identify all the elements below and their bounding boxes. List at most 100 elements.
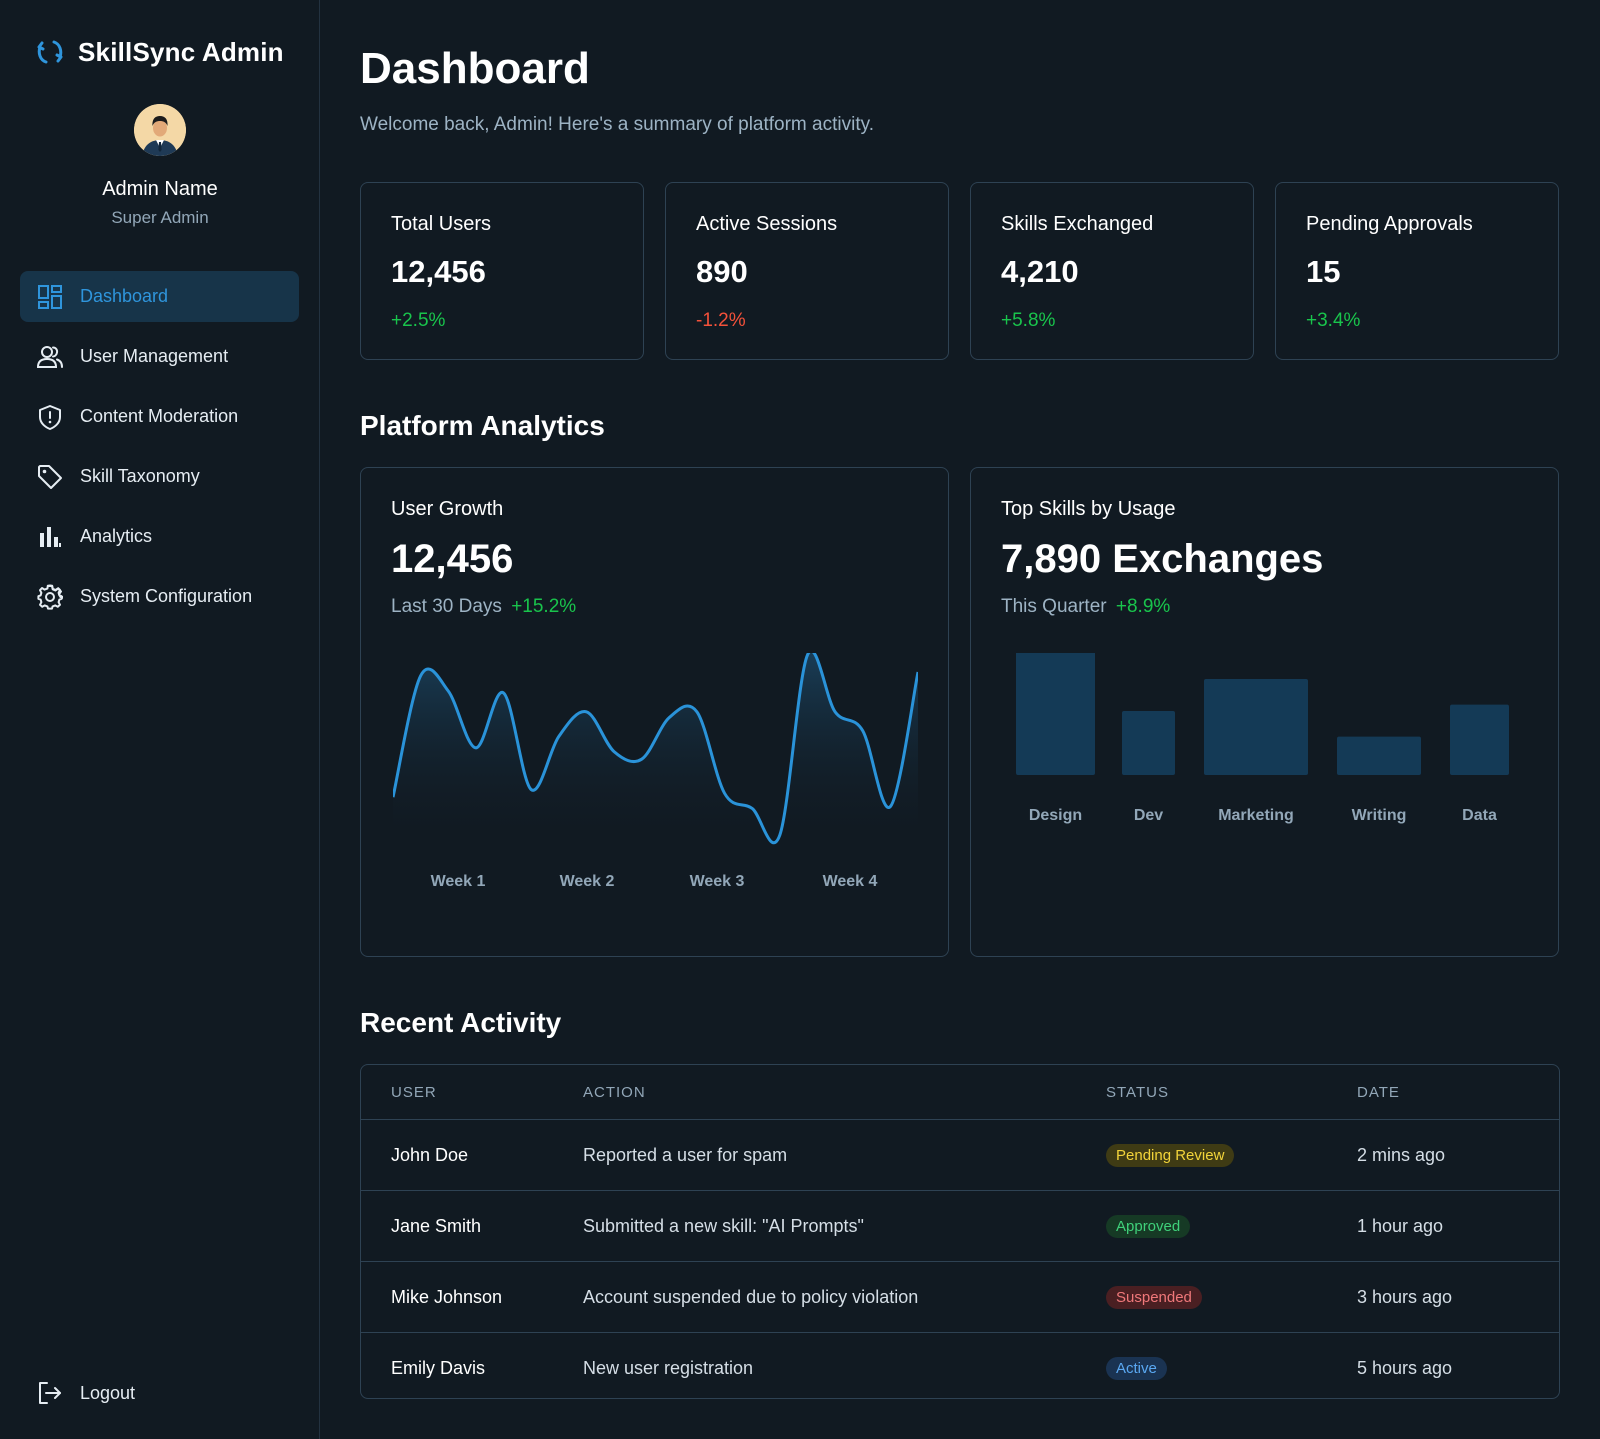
sidebar-item-analytics[interactable]: Analytics — [20, 511, 299, 562]
cell-action: Reported a user for spam — [583, 1144, 788, 1165]
stat-delta: +3.4% — [1306, 310, 1361, 331]
stat-card-total-users[interactable]: Total Users 12,456 +2.5% — [360, 182, 644, 360]
chart-delta: +15.2% — [511, 596, 577, 617]
stat-card-pending-approvals[interactable]: Pending Approvals 15 +3.4% — [1275, 182, 1559, 360]
stat-value: 15 — [1306, 254, 1341, 289]
page-subtitle: Welcome back, Admin! Here's a summary of… — [360, 114, 874, 135]
stats-row: Total Users 12,456 +2.5% Active Sessions… — [360, 182, 1560, 360]
logout-icon — [36, 1379, 64, 1407]
chart-subtitle: Last 30 Days +15.2% — [391, 596, 918, 618]
tag-icon — [36, 463, 64, 491]
status-badge: Active — [1106, 1356, 1167, 1380]
sidebar-item-user-management[interactable]: User Management — [20, 331, 299, 382]
stat-label: Total Users — [391, 213, 492, 235]
status-badge: Approved — [1106, 1214, 1191, 1238]
cell-status: Pending Review — [1106, 1143, 1357, 1167]
bar-chart-icon — [36, 523, 64, 551]
chart-subtitle: This Quarter +8.9% — [1001, 596, 1528, 618]
cell-action: Account suspended due to policy violatio… — [583, 1286, 919, 1307]
x-tick-label: Week 3 — [690, 873, 745, 890]
cell-action: New user registration — [583, 1357, 754, 1378]
cell-user: Jane Smith — [391, 1215, 482, 1236]
column-header-action: ACTION — [583, 1083, 646, 1101]
chart-label: User Growth — [391, 498, 504, 520]
logout-label: Logout — [80, 1382, 136, 1403]
table-row[interactable]: Emily Davis New user registration Active… — [361, 1332, 1559, 1398]
chart-value: 12,456 — [391, 537, 514, 581]
top-skills-card: Top Skills by Usage 7,890 Exchanges This… — [970, 467, 1559, 957]
avatar[interactable] — [134, 104, 186, 156]
cell-date: 1 hour ago — [1357, 1215, 1444, 1236]
stat-value: 12,456 — [391, 254, 486, 289]
analytics-row: User Growth 12,456 Last 30 Days +15.2% W… — [360, 467, 1560, 957]
x-tick-label: Data — [1462, 807, 1497, 824]
bar-marketing[interactable] — [1204, 679, 1308, 775]
sidebar-item-content-moderation[interactable]: Content Moderation — [20, 391, 299, 442]
column-header-status: STATUS — [1106, 1083, 1169, 1101]
section-title-analytics: Platform Analytics — [360, 410, 605, 441]
table-row[interactable]: John Doe Reported a user for spam Pendin… — [361, 1119, 1559, 1190]
bar-data[interactable] — [1450, 704, 1509, 775]
sidebar-item-skill-taxonomy[interactable]: Skill Taxonomy — [20, 451, 299, 502]
bar-writing[interactable] — [1337, 736, 1421, 775]
table-row[interactable]: Mike Johnson Account suspended due to po… — [361, 1261, 1559, 1332]
stat-card-active-sessions[interactable]: Active Sessions 890 -1.2% — [665, 182, 949, 360]
chart-label: Top Skills by Usage — [1001, 498, 1176, 520]
bar-design[interactable] — [1016, 653, 1095, 775]
x-tick-label: Week 4 — [823, 873, 878, 890]
x-tick-label: Week 2 — [560, 873, 615, 890]
sidebar-item-label: Skill Taxonomy — [80, 466, 200, 486]
stat-value: 4,210 — [1001, 254, 1079, 289]
bar-dev[interactable] — [1122, 711, 1175, 775]
stat-delta: +2.5% — [391, 310, 446, 331]
sidebar-item-label: User Management — [80, 346, 229, 366]
x-tick-label: Writing — [1352, 807, 1407, 824]
cell-date: 2 mins ago — [1357, 1144, 1446, 1165]
app-title: SkillSync Admin — [78, 36, 284, 67]
status-badge: Pending Review — [1106, 1143, 1235, 1167]
page-title: Dashboard — [360, 44, 590, 93]
brand[interactable]: SkillSync Admin — [34, 36, 284, 68]
sidebar-item-dashboard[interactable]: Dashboard — [20, 271, 299, 322]
sidebar-item-label: Content Moderation — [80, 406, 239, 426]
column-header-date: DATE — [1357, 1083, 1400, 1101]
cell-status: Active — [1106, 1356, 1357, 1380]
user-growth-card: User Growth 12,456 Last 30 Days +15.2% W… — [360, 467, 949, 957]
shield-icon — [36, 403, 64, 431]
users-icon — [36, 343, 64, 371]
chart-period: Last 30 Days — [391, 596, 502, 617]
stat-value: 890 — [696, 254, 748, 289]
user-growth-line-chart[interactable]: Week 1 Week 2 Week 3 Week 4 — [393, 653, 918, 898]
chart-delta: +8.9% — [1115, 596, 1171, 617]
profile-role: Super Admin — [111, 208, 209, 227]
logout-button[interactable]: Logout — [36, 1379, 135, 1407]
cell-action: Submitted a new skill: "AI Prompts" — [583, 1215, 864, 1236]
column-header-user: USER — [391, 1083, 437, 1101]
profile-name: Admin Name — [102, 178, 218, 200]
sidebar-nav: Dashboard User Management Content Modera… — [20, 271, 299, 631]
table-row[interactable]: Jane Smith Submitted a new skill: "AI Pr… — [361, 1190, 1559, 1261]
sidebar-item-label: System Configuration — [80, 586, 253, 606]
x-tick-label: Design — [1029, 807, 1082, 824]
stat-label: Active Sessions — [696, 213, 838, 235]
activity-table: USER ACTION STATUS DATE John Doe Reporte… — [360, 1064, 1560, 1399]
x-tick-label: Week 1 — [431, 873, 486, 890]
stat-delta: +5.8% — [1001, 310, 1056, 331]
chart-value: 7,890 Exchanges — [1001, 537, 1324, 581]
cell-user: Emily Davis — [391, 1357, 486, 1378]
stat-delta: -1.2% — [696, 310, 746, 331]
top-skills-bar-chart[interactable]: Design Dev Marketing Writing Data — [1001, 653, 1530, 853]
sidebar-item-system-configuration[interactable]: System Configuration — [20, 571, 299, 622]
stat-card-skills-exchanged[interactable]: Skills Exchanged 4,210 +5.8% — [970, 182, 1254, 360]
area-fill — [393, 653, 918, 845]
chart-period: This Quarter — [1001, 596, 1107, 617]
stat-label: Pending Approvals — [1306, 213, 1473, 235]
sidebar: SkillSync Admin Admin Name Super Admin D… — [0, 0, 320, 1439]
sidebar-item-label: Analytics — [80, 526, 153, 546]
sync-logo-icon — [37, 40, 63, 64]
cell-user: John Doe — [391, 1144, 469, 1165]
cell-date: 5 hours ago — [1357, 1357, 1453, 1378]
user-avatar-icon — [134, 104, 186, 156]
x-tick-label: Marketing — [1218, 807, 1294, 824]
x-tick-label: Dev — [1134, 807, 1163, 824]
